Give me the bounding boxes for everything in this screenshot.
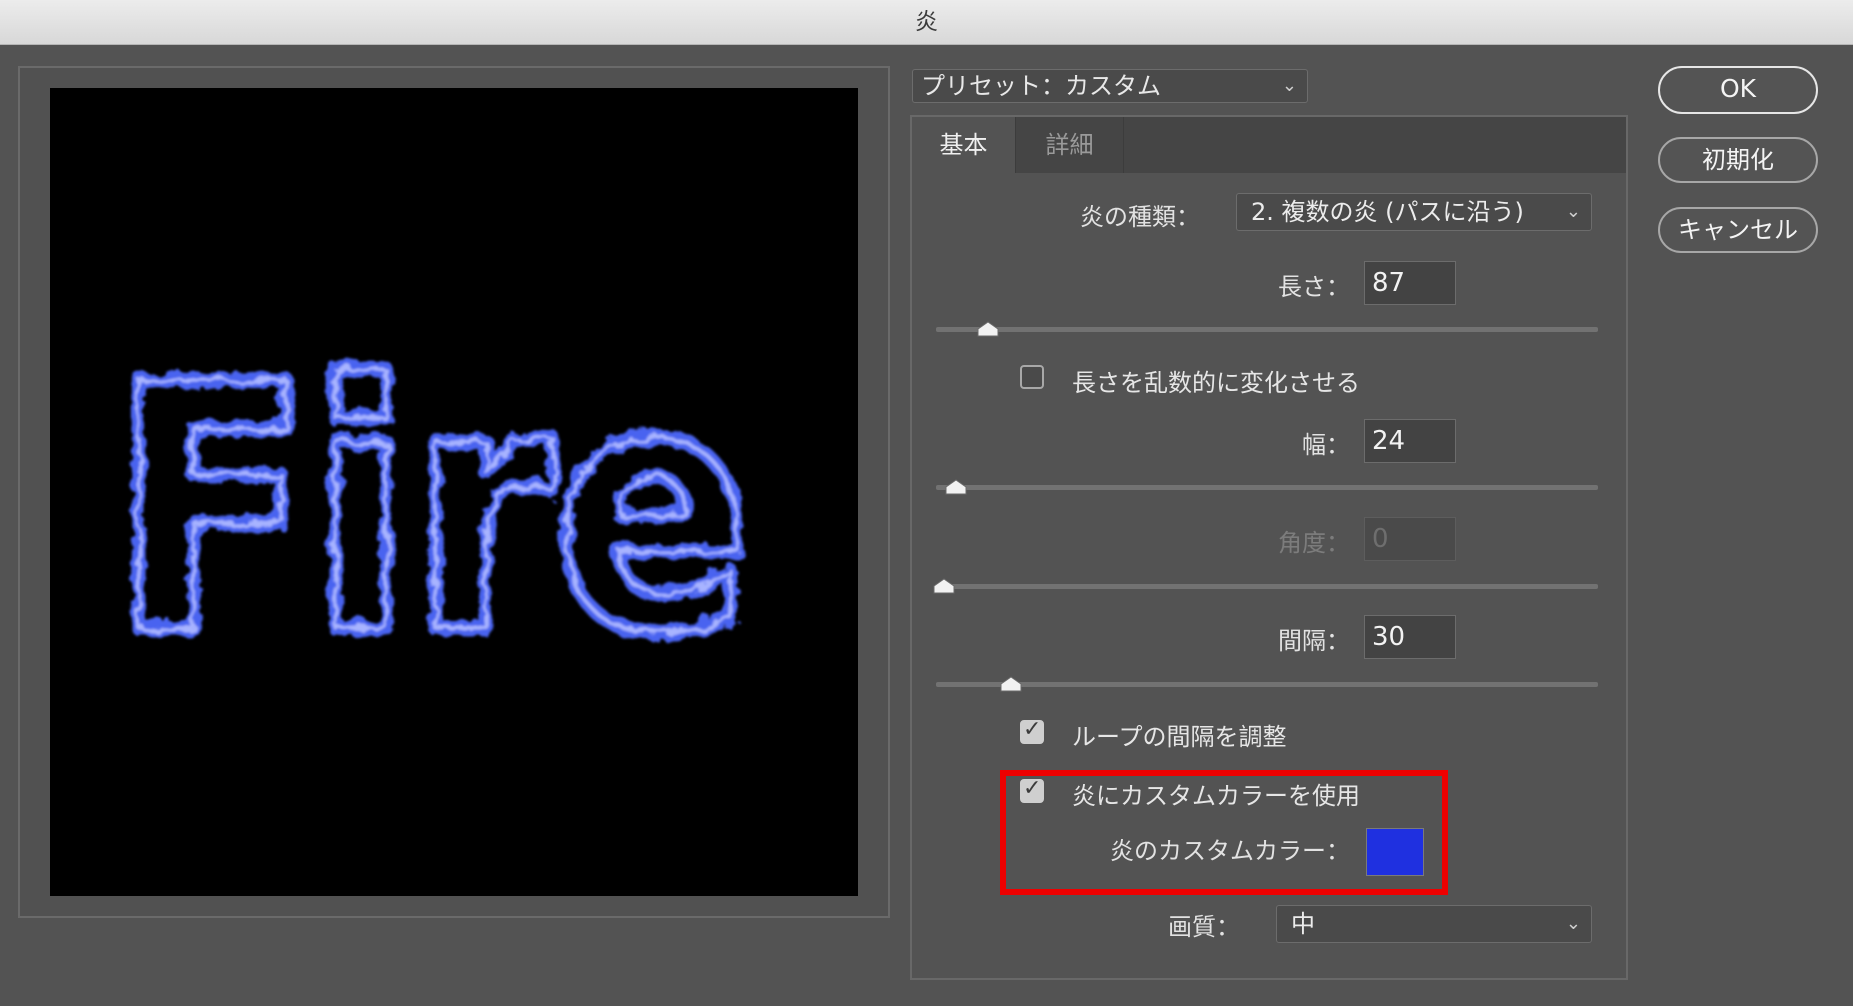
interval-label: 間隔： <box>1278 627 1350 655</box>
custom-color-swatch-label: 炎のカスタムカラー： <box>1110 837 1350 865</box>
tab-basic[interactable]: 基本 <box>912 117 1016 173</box>
interval-slider-track[interactable] <box>936 682 1598 687</box>
preset-label: プリセット：カスタム <box>921 72 1161 100</box>
width-slider-track[interactable] <box>936 485 1598 490</box>
width-field[interactable]: 24 <box>1364 419 1456 463</box>
angle-slider-track <box>936 584 1598 589</box>
adjust-loop-label: ループの間隔を調整 <box>1072 723 1287 751</box>
preview-canvas[interactable]: Fire Fire <box>50 88 858 896</box>
angle-slider-thumb <box>933 578 955 594</box>
preset-select[interactable]: プリセット：カスタム ⌄ <box>912 69 1308 103</box>
angle-field: 0 <box>1364 517 1456 561</box>
quality-select[interactable]: 中 ⌄ <box>1276 905 1592 943</box>
chevron-down-icon: ⌄ <box>1565 201 1581 222</box>
width-slider-thumb[interactable] <box>945 479 967 495</box>
fire-text-preview: Fire Fire <box>104 305 760 717</box>
flame-dialog: Fire Fire プリセット：カスタム ⌄ 基本 詳細 炎の種類： 2. 複数… <box>0 45 1853 1006</box>
custom-color-label: 炎にカスタムカラーを使用 <box>1072 782 1360 810</box>
flame-type-value: 2. 複数の炎 (パスに沿う) <box>1251 198 1524 226</box>
flame-type-label: 炎の種類： <box>1080 203 1200 231</box>
quality-label: 画質： <box>1168 913 1240 941</box>
chevron-down-icon: ⌄ <box>1565 913 1581 934</box>
adjust-loop-checkbox[interactable]: ✓ <box>1020 717 1044 744</box>
custom-color-swatch[interactable] <box>1366 828 1424 876</box>
reset-button[interactable]: 初期化 <box>1658 137 1818 183</box>
quality-value: 中 <box>1291 910 1315 938</box>
cancel-button[interactable]: キャンセル <box>1658 207 1818 253</box>
chevron-down-icon: ⌄ <box>1281 75 1297 96</box>
tab-detail[interactable]: 詳細 <box>1016 117 1124 173</box>
checkmark-icon: ✓ <box>1023 776 1042 801</box>
randomize-length-checkbox[interactable] <box>1020 365 1044 389</box>
angle-label: 角度： <box>1278 529 1350 557</box>
ok-button[interactable]: OK <box>1658 66 1818 114</box>
length-slider-track[interactable] <box>936 327 1598 332</box>
preview-frame: Fire Fire <box>18 66 890 918</box>
width-label: 幅： <box>1302 431 1350 459</box>
length-field[interactable]: 87 <box>1364 261 1456 305</box>
flame-type-select[interactable]: 2. 複数の炎 (パスに沿う) ⌄ <box>1236 193 1592 231</box>
interval-field[interactable]: 30 <box>1364 615 1456 659</box>
window-title: 炎 <box>0 0 1853 45</box>
length-label: 長さ： <box>1278 273 1350 301</box>
preview-text-core: Fire <box>112 313 752 709</box>
interval-slider-thumb[interactable] <box>1000 676 1022 692</box>
custom-color-checkbox[interactable]: ✓ <box>1020 776 1044 803</box>
tab-strip: 基本 詳細 <box>912 117 1626 173</box>
length-slider-thumb[interactable] <box>977 321 999 337</box>
checkmark-icon: ✓ <box>1023 717 1042 742</box>
randomize-length-label: 長さを乱数的に変化させる <box>1072 369 1360 397</box>
